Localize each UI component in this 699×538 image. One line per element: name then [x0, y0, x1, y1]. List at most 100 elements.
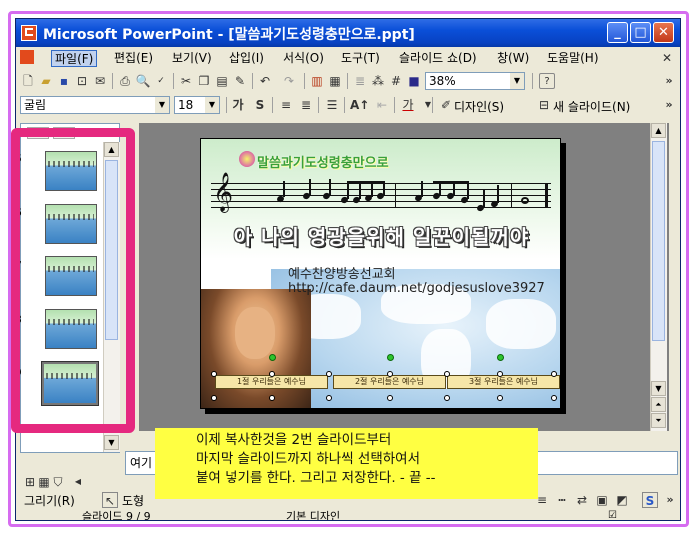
redo-icon[interactable]: ↷ [281, 73, 297, 89]
current-slide[interactable]: 말씀과기도성령충만으로 𝄞 아 나의 영광을위해 일꾼이될꺼야 예수찬양방송선교… [200, 138, 561, 409]
maximize-button[interactable]: □ [630, 22, 651, 43]
menu-slideshow[interactable]: 슬라이드 쇼(D) [396, 50, 480, 67]
previous-slide-icon[interactable]: ⏶ [651, 397, 666, 412]
verse-1-button[interactable]: 1절 우리들은 예수님 [215, 375, 328, 389]
open-icon[interactable]: ▰ [38, 73, 54, 89]
toolbar-options-icon[interactable]: » [661, 97, 677, 113]
resize-handle[interactable] [497, 371, 503, 377]
align-center-icon[interactable]: ≡ [278, 97, 294, 113]
align-right-icon[interactable]: ≣ [298, 97, 314, 113]
close-doc-icon[interactable]: ✕ [659, 50, 675, 66]
cut-icon[interactable]: ✂ [178, 73, 194, 89]
menu-window[interactable]: 창(W) [494, 50, 532, 67]
minimize-button[interactable]: _ [607, 22, 628, 43]
3d-style-icon[interactable]: ◩ [614, 492, 630, 508]
select-pointer-icon[interactable]: ↖ [102, 492, 118, 508]
indent-icon[interactable]: ⇤ [374, 97, 390, 113]
toolbar-options-icon[interactable]: » [662, 492, 678, 508]
menu-view[interactable]: 보기(V) [169, 50, 215, 67]
autoshapes-menu[interactable]: 도형 [122, 492, 144, 509]
new-slide-icon[interactable]: ⊟ [536, 97, 552, 113]
rotate-handle[interactable] [497, 354, 504, 361]
draw-menu[interactable]: 그리기(R) [24, 492, 75, 509]
menu-edit[interactable]: 편집(E) [111, 50, 156, 67]
arrow-style-icon[interactable]: ⇄ [574, 492, 590, 508]
font-color-dropdown-icon[interactable]: ▼ [420, 97, 436, 113]
logo-icon [239, 151, 255, 167]
close-button[interactable]: ✕ [653, 22, 674, 43]
new-slide-button[interactable]: 새 슬라이드(N) [553, 98, 630, 115]
resize-handle[interactable] [326, 395, 332, 401]
chevron-down-icon[interactable]: ▼ [155, 97, 169, 113]
copy-icon[interactable]: ❐ [196, 73, 212, 89]
color-grayscale-icon[interactable]: ■ [406, 73, 422, 89]
new-icon[interactable]: 🗋 [20, 73, 36, 89]
resize-handle[interactable] [497, 395, 503, 401]
menu-help[interactable]: 도움말(H) [544, 50, 602, 67]
scroll-thumb[interactable] [652, 141, 665, 341]
toolbar-options-icon[interactable]: » [661, 73, 677, 89]
paste-icon[interactable]: ▤ [214, 73, 230, 89]
design-name: 기본 디자인 [286, 510, 341, 521]
shadow-button[interactable]: S [252, 97, 268, 113]
bold-button[interactable]: 가 [230, 97, 246, 113]
zoom-dropdown[interactable]: 38% ▼ [425, 72, 525, 90]
save-icon[interactable]: ▪ [56, 73, 72, 89]
rotate-handle[interactable] [387, 354, 394, 361]
increase-font-icon[interactable]: A↑ [350, 97, 369, 113]
title-bar[interactable]: Microsoft PowerPoint - [말씀과기도성령충만으로.ppt]… [16, 19, 680, 47]
font-dropdown[interactable]: 굴림 ▼ [20, 96, 170, 114]
chevron-down-icon[interactable]: ▼ [205, 97, 219, 113]
design-icon[interactable]: ✐ [438, 97, 454, 113]
resize-handle[interactable] [326, 371, 332, 377]
resize-handle[interactable] [211, 395, 217, 401]
undo-icon[interactable]: ↶ [257, 73, 273, 89]
format-painter-icon[interactable]: ✎ [232, 73, 248, 89]
scroll-left-icon[interactable]: ◀ [70, 474, 86, 490]
show-formatting-icon[interactable]: ⁂ [370, 73, 386, 89]
resize-handle[interactable] [444, 395, 450, 401]
spelling-icon[interactable]: ✓ [153, 73, 169, 89]
verse-3-button[interactable]: 3절 우리들은 예수님 [447, 375, 560, 389]
grid-icon[interactable]: # [388, 73, 404, 89]
help-icon[interactable]: ? [539, 73, 555, 89]
scroll-up-icon[interactable]: ▲ [651, 123, 666, 138]
next-slide-icon[interactable]: ⏷ [651, 413, 666, 428]
menu-file[interactable]: 파일(F) [51, 50, 98, 67]
expand-all-icon[interactable]: ≣ [352, 73, 368, 89]
rotate-handle[interactable] [269, 354, 276, 361]
resize-handle[interactable] [269, 395, 275, 401]
resize-handle[interactable] [269, 371, 275, 377]
doc-icon[interactable] [20, 50, 34, 64]
resize-handle[interactable] [211, 371, 217, 377]
cafe-url[interactable]: http://cafe.daum.net/godjesuslove3927 [288, 281, 545, 296]
slideshow-view-icon[interactable]: ⛉ [50, 474, 66, 490]
verse-2-button[interactable]: 2절 우리들은 예수님 [333, 375, 446, 389]
chart-icon[interactable]: ▥ [309, 73, 325, 89]
shadow-style-icon[interactable]: ▣ [594, 492, 610, 508]
bullets-icon[interactable]: ☰ [324, 97, 340, 113]
font-size-dropdown[interactable]: 18 ▼ [174, 96, 220, 114]
menu-tools[interactable]: 도구(T) [338, 50, 383, 67]
scroll-down-icon[interactable]: ▼ [651, 381, 666, 396]
dash-style-icon[interactable]: ┅ [554, 492, 570, 508]
print-preview-icon[interactable]: 🔍 [135, 73, 151, 89]
print-icon[interactable]: ⎙ [117, 73, 133, 89]
resize-handle[interactable] [551, 395, 557, 401]
chevron-down-icon[interactable]: ▼ [510, 73, 524, 89]
resize-handle[interactable] [387, 371, 393, 377]
smartart-icon[interactable]: S [642, 492, 658, 508]
resize-handle[interactable] [551, 371, 557, 377]
table-icon[interactable]: ▦ [327, 73, 343, 89]
email-icon[interactable]: ✉ [92, 73, 108, 89]
scroll-down-icon[interactable]: ▼ [104, 435, 119, 450]
menu-insert[interactable]: 삽입(I) [226, 50, 267, 67]
editor-scrollbar[interactable]: ▲ ▼ ⏶ ⏷ [650, 123, 667, 431]
design-button[interactable]: 디자인(S) [454, 98, 504, 115]
powerpoint-icon[interactable] [21, 25, 37, 41]
resize-handle[interactable] [387, 395, 393, 401]
menu-format[interactable]: 서식(O) [280, 50, 327, 67]
font-color-icon[interactable]: 가 [400, 97, 416, 113]
resize-handle[interactable] [444, 371, 450, 377]
permission-icon[interactable]: ⊡ [74, 73, 90, 89]
